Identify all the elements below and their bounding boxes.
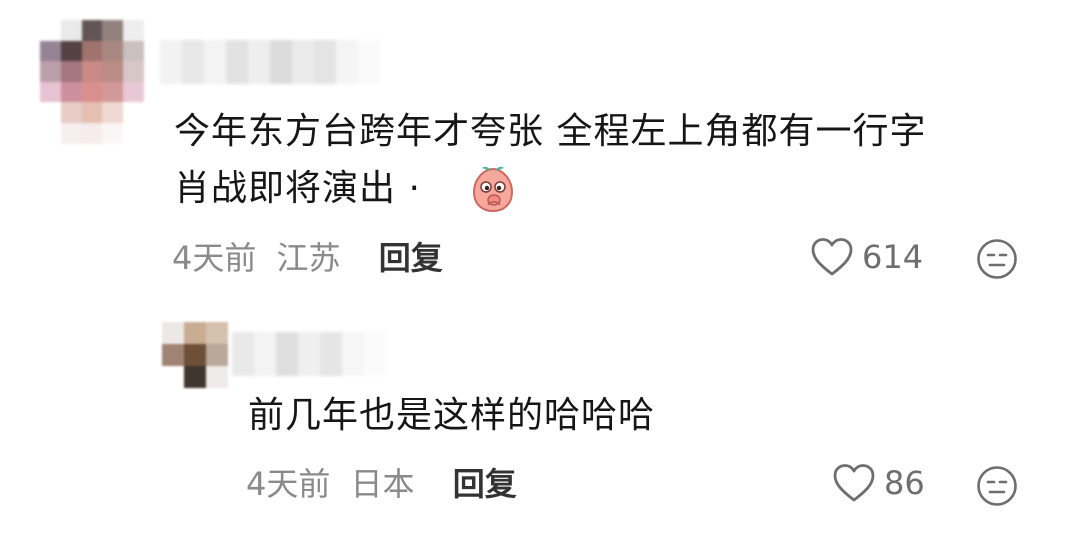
- like-count: 614: [862, 238, 924, 276]
- comment-time: 4天前: [172, 239, 257, 277]
- meh-face-icon[interactable]: [976, 465, 1018, 507]
- peach-sticker-icon: [472, 166, 514, 213]
- like-button[interactable]: 614: [810, 236, 923, 278]
- comment-text-line2: 肖战即将演出 ·: [174, 168, 421, 209]
- reply-like-button[interactable]: 86: [832, 462, 925, 504]
- reply-like-count: 86: [884, 464, 925, 502]
- heart-outline-icon: [833, 464, 875, 502]
- reply-username-blurred[interactable]: [232, 332, 386, 376]
- reply-button[interactable]: 回复: [379, 239, 443, 277]
- reply-time: 4天前: [246, 465, 331, 503]
- comment-text-line1: 今年东方台跨年才夸张 全程左上角都有一行字: [174, 111, 927, 152]
- username-blurred[interactable]: [160, 40, 380, 84]
- comment-meta: 4天前 江苏 回复: [172, 238, 443, 278]
- reply-text: 前几年也是这样的哈哈哈: [248, 395, 656, 436]
- reply-reply-button[interactable]: 回复: [453, 465, 517, 503]
- avatar[interactable]: [40, 20, 144, 144]
- reply-meta: 4天前 日本 回复: [246, 464, 517, 504]
- comment-location: 江苏: [276, 239, 341, 277]
- reply-avatar[interactable]: [162, 322, 228, 388]
- heart-outline-icon: [811, 238, 853, 276]
- meh-face-icon[interactable]: [976, 238, 1018, 280]
- reply-location: 日本: [350, 465, 415, 503]
